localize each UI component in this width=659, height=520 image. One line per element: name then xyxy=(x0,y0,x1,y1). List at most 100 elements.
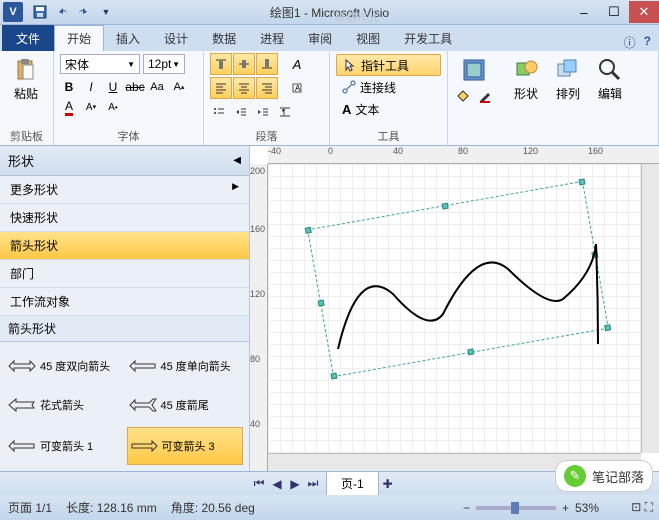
ghost-ribbon-label: 表格样式 xyxy=(335,9,379,25)
shape-45-double-arrow[interactable]: 45 度双向箭头 xyxy=(6,348,123,384)
paste-button[interactable]: 粘贴 xyxy=(6,54,46,105)
visio-logo-icon: V xyxy=(3,2,23,22)
tab-data[interactable]: 数据 xyxy=(200,25,248,51)
align-top-button[interactable] xyxy=(210,53,232,75)
shape-flexi-arrow-3[interactable]: 可变箭头 3 xyxy=(127,427,244,465)
grow-font-button[interactable]: A▴ xyxy=(170,78,188,96)
page-last-button[interactable]: ⏭ xyxy=(304,475,322,493)
more-shapes-item[interactable]: 更多形状▶ xyxy=(0,176,249,204)
group-font-label: 字体 xyxy=(54,128,203,144)
group-clipboard-label: 剪贴板 xyxy=(0,128,53,144)
fit-page-button[interactable]: ⊡ ⛶ xyxy=(631,500,653,515)
qat-more-button[interactable]: ▼ xyxy=(96,3,116,21)
clear-format-button[interactable]: A• xyxy=(104,98,122,116)
svg-text:¶: ¶ xyxy=(282,109,286,116)
connector-icon xyxy=(342,80,356,94)
orientation-button[interactable]: A xyxy=(288,55,306,73)
status-length: 长度: 128.16 mm xyxy=(66,499,157,516)
page-tab-1[interactable]: 页-1 xyxy=(326,471,379,496)
bullets-button[interactable] xyxy=(210,103,228,121)
tab-home[interactable]: 开始 xyxy=(54,25,104,51)
shapes-button[interactable]: 形状 xyxy=(506,54,546,105)
zoom-in-button[interactable]: + xyxy=(562,501,569,515)
status-angle: 角度: 20.56 deg xyxy=(171,499,255,516)
font-size-combo[interactable]: 12pt▼ xyxy=(143,54,185,74)
edit-button[interactable]: 编辑 xyxy=(590,54,630,105)
tab-review[interactable]: 审阅 xyxy=(296,25,344,51)
quick-styles-button[interactable] xyxy=(454,54,494,86)
page-add-button[interactable]: ✚ xyxy=(379,475,397,493)
ribbon-help-icon[interactable]: ? xyxy=(644,34,651,51)
group-tools-label: 工具 xyxy=(330,128,447,144)
watermark-badge: ✎ 笔记部落 xyxy=(555,460,653,492)
rotate-text-button[interactable]: A xyxy=(288,79,306,97)
svg-text:A: A xyxy=(295,84,301,93)
shape-fancy-arrow[interactable]: 花式箭头 xyxy=(6,388,123,424)
font-color-button[interactable]: A xyxy=(60,98,78,116)
align-middle-button[interactable] xyxy=(233,53,255,75)
italic-button[interactable]: I xyxy=(82,78,100,96)
collapse-icon[interactable]: ◀ xyxy=(233,155,241,166)
group-paragraph-label: 段落 xyxy=(204,128,329,144)
qat-save-button[interactable] xyxy=(30,3,50,21)
shape-45-arrow-tail[interactable]: 45 度箭尾 xyxy=(127,388,244,424)
arrange-icon xyxy=(555,57,581,83)
page-next-button[interactable]: ▶ xyxy=(286,475,304,493)
underline-button[interactable]: U xyxy=(104,78,122,96)
decrease-indent-button[interactable] xyxy=(232,103,250,121)
drawn-curve[interactable] xyxy=(298,194,618,384)
shapes-pane-header: 形状 ◀ xyxy=(0,146,249,176)
text-tool-button[interactable]: A 文本 xyxy=(336,98,441,120)
paste-icon xyxy=(13,57,39,83)
shrink-font-button[interactable]: A▾ xyxy=(82,98,100,116)
quick-styles-icon xyxy=(461,57,487,83)
category-workflow[interactable]: 工作流对象 xyxy=(0,288,249,316)
page-prev-button[interactable]: ◀ xyxy=(268,475,286,493)
text-icon: A xyxy=(342,102,351,117)
maximize-button[interactable]: ☐ xyxy=(599,1,629,23)
align-right-button[interactable] xyxy=(256,77,278,99)
edit-icon xyxy=(597,57,623,83)
category-department[interactable]: 部门 xyxy=(0,260,249,288)
tab-process[interactable]: 进程 xyxy=(248,25,296,51)
qat-undo-button[interactable] xyxy=(52,3,72,21)
category-arrow-shapes[interactable]: 箭头形状 xyxy=(0,232,249,260)
shape-45-single-arrow[interactable]: 45 度单向箭头 xyxy=(127,348,244,384)
tab-insert[interactable]: 插入 xyxy=(104,25,152,51)
strikethrough-button[interactable]: abc xyxy=(126,78,144,96)
zoom-slider[interactable] xyxy=(476,506,556,510)
file-tab[interactable]: 文件 xyxy=(2,25,54,51)
close-button[interactable]: ✕ xyxy=(629,1,659,23)
watermark-icon: ✎ xyxy=(564,465,586,487)
increase-indent-button[interactable] xyxy=(254,103,272,121)
vertical-scrollbar[interactable] xyxy=(641,164,659,453)
qat-redo-button[interactable] xyxy=(74,3,94,21)
ribbon-minimize-icon[interactable]: ⓘ xyxy=(624,34,636,51)
paragraph-spacing-button[interactable]: ¶ xyxy=(276,103,294,121)
horizontal-ruler: -40 0 40 80 120 160 xyxy=(268,146,659,164)
vertical-ruler: 200 160 120 80 40 xyxy=(250,164,268,471)
connector-tool-button[interactable]: 连接线 xyxy=(336,76,441,98)
zoom-out-button[interactable]: − xyxy=(463,501,470,515)
arrange-button[interactable]: 排列 xyxy=(548,54,588,105)
font-name-combo[interactable]: 宋体▼ xyxy=(60,54,140,74)
shapes-section-label: 箭头形状 xyxy=(0,316,249,342)
minimize-button[interactable]: – xyxy=(569,1,599,23)
page-first-button[interactable]: ⏮ xyxy=(250,475,268,493)
pointer-tool-button[interactable]: 指针工具 xyxy=(336,54,441,76)
drawing-canvas[interactable] xyxy=(268,164,641,453)
align-bottom-button[interactable] xyxy=(256,53,278,75)
align-center-button[interactable] xyxy=(233,77,255,99)
bold-button[interactable]: B xyxy=(60,78,78,96)
pointer-icon xyxy=(343,58,357,72)
fill-color-button[interactable] xyxy=(454,87,472,105)
line-color-button[interactable] xyxy=(476,87,494,105)
case-button[interactable]: Aa xyxy=(148,78,166,96)
tab-view[interactable]: 视图 xyxy=(344,25,392,51)
tab-developer[interactable]: 开发工具 xyxy=(392,25,464,51)
category-quick-shapes[interactable]: 快速形状 xyxy=(0,204,249,232)
tab-design[interactable]: 设计 xyxy=(152,25,200,51)
shape-flexi-arrow-1[interactable]: 可变箭头 1 xyxy=(6,427,123,465)
shapes-icon xyxy=(513,57,539,83)
align-left-button[interactable] xyxy=(210,77,232,99)
